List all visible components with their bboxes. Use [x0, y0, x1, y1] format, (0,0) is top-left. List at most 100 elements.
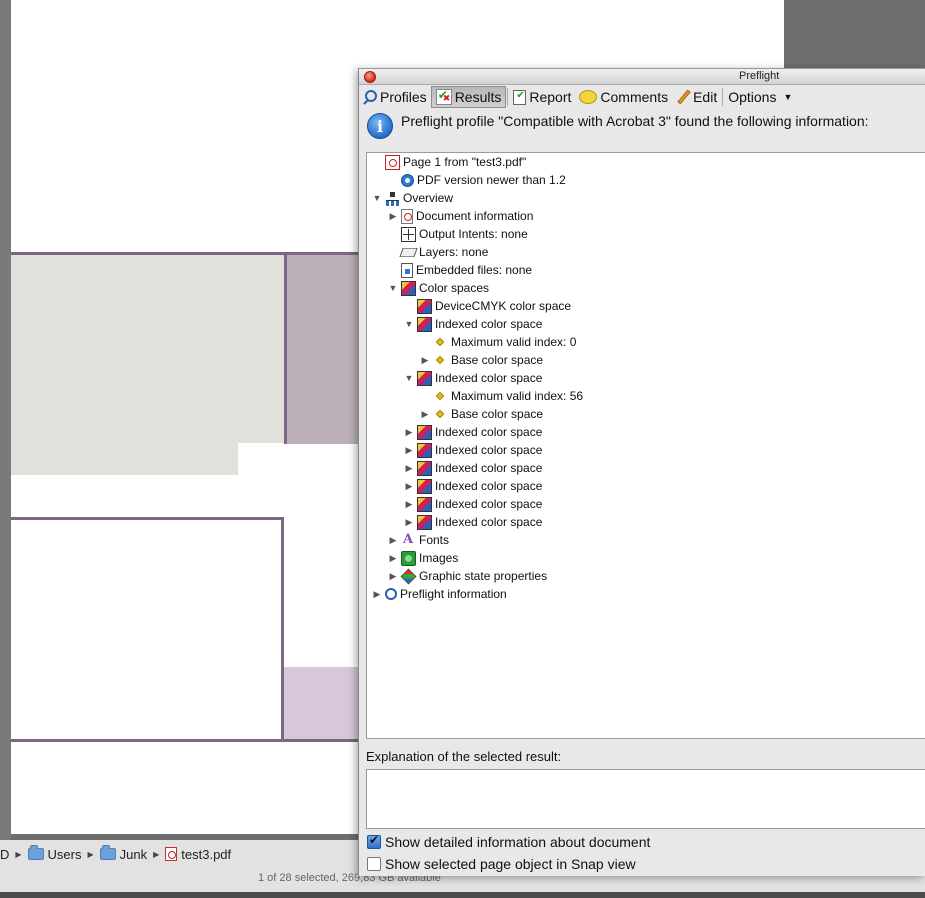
disclosure-collapsed-icon[interactable]: ▶ [403, 427, 415, 438]
page-shape-gray-rect [11, 252, 286, 475]
tree-row-label: Base color space [451, 407, 544, 421]
disclosure-expanded-icon[interactable]: ▼ [403, 373, 415, 383]
tree-row-label: Base color space [451, 353, 544, 367]
disclosure-collapsed-icon[interactable]: ▶ [419, 409, 431, 420]
color-space-icon [417, 514, 432, 530]
tree-row[interactable]: ▶ Preflight information [371, 585, 507, 603]
tree-row[interactable]: DeviceCMYK color space [403, 297, 571, 315]
results-check-icon [435, 88, 452, 105]
page-shape-lilac-rect [284, 667, 364, 742]
output-intent-icon [401, 226, 416, 242]
snap-view-option[interactable]: Show selected page object in Snap view [367, 856, 636, 872]
tree-row-label: Indexed color space [435, 497, 543, 511]
viewer-left-edge [0, 0, 11, 840]
tree-row-label: Fonts [419, 533, 450, 547]
disclosure-collapsed-icon[interactable]: ▶ [387, 535, 399, 546]
pdf-page-icon [385, 154, 400, 170]
window-titlebar[interactable]: Preflight [359, 69, 925, 85]
disclosure-collapsed-icon[interactable]: ▶ [403, 445, 415, 456]
tree-row[interactable]: ▼ Color spaces [387, 279, 489, 297]
magnifier-icon [365, 90, 377, 102]
color-space-icon [417, 298, 432, 314]
tree-row[interactable]: Page 1 from "test3.pdf" [371, 153, 526, 171]
disclosure-collapsed-icon[interactable]: ▶ [387, 571, 399, 582]
results-button[interactable]: Results [430, 86, 507, 108]
tree-row[interactable]: Output Intents: none [387, 225, 528, 243]
close-window-button[interactable] [364, 71, 376, 83]
tree-row-label: Graphic state properties [419, 569, 548, 583]
tree-row[interactable]: ▶ Indexed color space [403, 441, 542, 459]
result-summary: i Preflight profile "Compatible with Acr… [367, 113, 869, 139]
dropdown-arrow-icon: ▼ [783, 92, 793, 102]
overview-tree-icon [385, 191, 400, 206]
disclosure-expanded-icon[interactable]: ▼ [403, 319, 415, 329]
tree-row[interactable]: ▶ Base color space [419, 405, 544, 423]
comments-button[interactable]: Comments [575, 86, 672, 108]
show-detailed-label: Show detailed information about document [385, 834, 651, 850]
snap-view-checkbox[interactable] [367, 857, 381, 871]
disclosure-collapsed-icon[interactable]: ▶ [387, 553, 399, 564]
tree-row[interactable]: ▶ Document information [387, 207, 533, 225]
path-segment-junk[interactable]: Junk [99, 845, 148, 862]
path-segment-users[interactable]: Users [27, 845, 82, 862]
results-label: Results [454, 89, 502, 105]
disclosure-collapsed-icon[interactable]: ▶ [403, 517, 415, 528]
disclosure-collapsed-icon[interactable]: ▶ [403, 481, 415, 492]
tree-row[interactable]: ▶ Graphic state properties [387, 567, 547, 585]
tree-row-label: Indexed color space [435, 479, 543, 493]
report-button[interactable]: Report [509, 86, 575, 108]
tree-row[interactable]: ▶ Indexed color space [403, 477, 542, 495]
tree-row[interactable]: ▶ Indexed color space [403, 459, 542, 477]
comments-label: Comments [600, 89, 669, 105]
tree-row[interactable]: ▶ Images [387, 549, 458, 567]
tree-row-label: Color spaces [419, 281, 490, 295]
profiles-button[interactable]: Profiles [361, 86, 431, 108]
tree-row-label: Maximum valid index: 56 [451, 389, 584, 403]
tree-row[interactable]: Embedded files: none [387, 261, 532, 279]
tree-row-label: PDF version newer than 1.2 [417, 173, 566, 187]
path-label-junk: Junk [119, 846, 148, 862]
show-detailed-checkbox[interactable] [367, 833, 381, 849]
color-space-icon [417, 478, 432, 494]
users-folder-icon [27, 845, 44, 860]
path-label-users: Users [47, 846, 82, 862]
edit-button[interactable]: Edit [672, 86, 721, 108]
tree-row[interactable]: Maximum valid index: 0 [419, 333, 576, 351]
property-diamond-icon [435, 409, 445, 419]
tree-row[interactable]: ▶ Indexed color space [403, 495, 542, 513]
disclosure-collapsed-icon[interactable]: ▶ [387, 211, 399, 222]
disclosure-collapsed-icon[interactable]: ▶ [403, 463, 415, 474]
disclosure-expanded-icon[interactable]: ▼ [387, 283, 399, 293]
disclosure-collapsed-icon[interactable]: ▶ [403, 499, 415, 510]
tree-row[interactable]: PDF version newer than 1.2 [387, 171, 566, 189]
path-segment-file[interactable]: test3.pdf [165, 847, 231, 862]
results-tree[interactable]: Page 1 from "test3.pdf" PDF version newer… [366, 152, 925, 739]
fonts-icon [401, 532, 416, 548]
options-menu-button[interactable]: Options ▼ [724, 86, 796, 108]
tree-row[interactable]: Maximum valid index: 56 [419, 387, 583, 405]
tree-row-label: Output Intents: none [419, 227, 528, 241]
tree-row[interactable]: ▼ Indexed color space [403, 315, 542, 333]
tree-row[interactable]: ▶ Indexed color space [403, 513, 542, 531]
tree-row[interactable]: ▶ Base color space [419, 351, 544, 369]
disclosure-collapsed-icon[interactable]: ▶ [371, 589, 383, 600]
color-space-icon [417, 442, 432, 458]
tree-row[interactable]: Layers: none [387, 243, 488, 261]
window-title: Preflight [739, 70, 780, 82]
page-shape-outlined-rect [11, 517, 284, 742]
color-space-icon [417, 424, 432, 440]
explanation-text-box[interactable] [366, 769, 925, 829]
options-label: Options [728, 89, 777, 105]
disclosure-expanded-icon[interactable]: ▼ [371, 193, 383, 203]
color-space-icon [417, 460, 432, 476]
disclosure-collapsed-icon[interactable]: ▶ [419, 355, 431, 366]
show-detailed-option[interactable]: Show detailed information about document [367, 833, 651, 850]
tree-row-label: Indexed color space [435, 371, 543, 385]
tree-row[interactable]: ▶ Fonts [387, 531, 449, 549]
tree-row[interactable]: ▼ Indexed color space [403, 369, 542, 387]
comments-icon [579, 90, 598, 104]
path-segment-root[interactable]: D [0, 847, 9, 862]
tree-row[interactable]: ▶ Indexed color space [403, 423, 542, 441]
report-label: Report [529, 89, 572, 105]
tree-row[interactable]: ▼ Overview [371, 189, 453, 207]
